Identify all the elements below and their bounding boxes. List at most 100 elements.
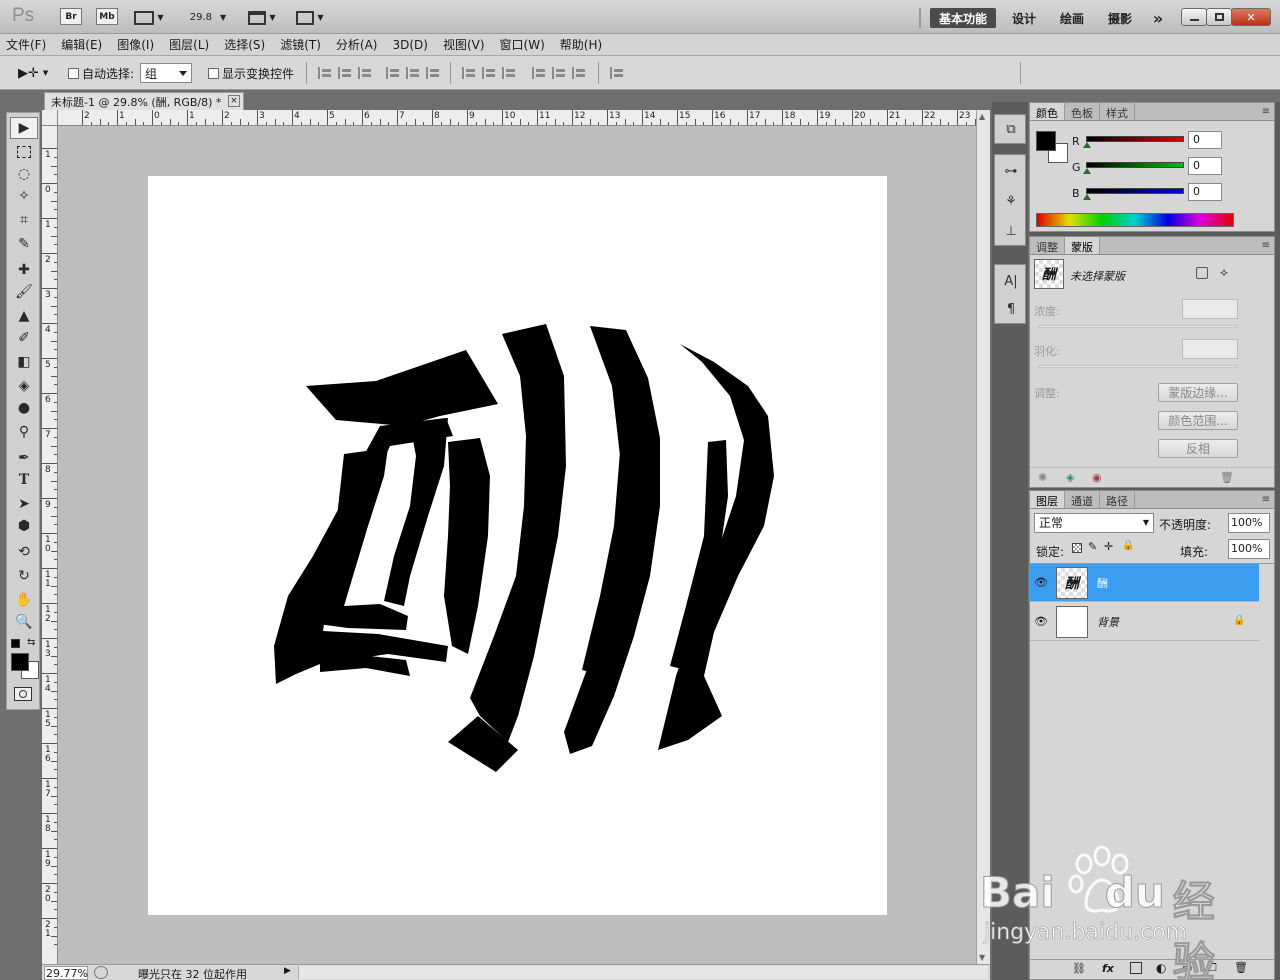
- tab-layers[interactable]: 图层: [1030, 491, 1065, 508]
- lock-position-icon[interactable]: ✛: [1104, 540, 1113, 553]
- adjustment-layer-icon[interactable]: ◐: [1156, 961, 1166, 975]
- align-bottom-icon[interactable]: [358, 67, 372, 79]
- history-panel-icon[interactable]: ⧉: [1000, 119, 1022, 139]
- lock-all-icon[interactable]: 🔒: [1122, 540, 1134, 551]
- view-extras-button[interactable]: ▼: [131, 8, 167, 27]
- auto-align-layers-icon[interactable]: [610, 67, 624, 79]
- foreground-color-swatch[interactable]: [11, 653, 29, 671]
- color-range-button[interactable]: 颜色范围...: [1158, 411, 1238, 430]
- mask-edge-button[interactable]: 蒙版边缘...: [1158, 383, 1238, 402]
- clone-stamp-tool[interactable]: ▲: [10, 305, 38, 327]
- channel-b-thumb[interactable]: [1083, 194, 1091, 200]
- lock-transparent-icon[interactable]: [1072, 543, 1082, 553]
- channel-r-slider[interactable]: [1086, 136, 1184, 142]
- pen-tool[interactable]: ✒: [10, 447, 38, 469]
- menu-file[interactable]: 文件(F): [6, 36, 46, 53]
- crop-tool[interactable]: ⌗: [10, 209, 38, 231]
- layer-row-character[interactable]: 👁 酬 酬: [1030, 564, 1259, 602]
- menu-select[interactable]: 选择(S): [224, 36, 265, 53]
- history-brush-tool[interactable]: ✐: [10, 327, 38, 349]
- canvas-workarea[interactable]: [58, 126, 976, 964]
- restore-button[interactable]: [1206, 8, 1232, 26]
- mask-visibility-icon[interactable]: ◉: [1092, 471, 1102, 484]
- auto-select-option[interactable]: 自动选择:: [68, 65, 134, 82]
- menu-analysis[interactable]: 分析(A): [336, 36, 378, 53]
- character-panel-icon[interactable]: A|: [1000, 271, 1022, 291]
- tab-styles[interactable]: 样式: [1100, 103, 1135, 120]
- tool-presets-icon[interactable]: ⊥: [1000, 221, 1022, 241]
- blend-mode-dropdown[interactable]: 正常 ▼: [1034, 513, 1154, 533]
- document-canvas[interactable]: [148, 176, 887, 915]
- zoom-tool[interactable]: 🔍: [10, 611, 38, 633]
- brush-presets-icon[interactable]: ⊶: [1000, 161, 1022, 181]
- link-layers-icon[interactable]: ⛓: [1072, 962, 1086, 975]
- ruler-origin[interactable]: [42, 110, 58, 126]
- swap-colors-icon[interactable]: ⇆: [27, 637, 35, 648]
- tab-adjustments[interactable]: 调整: [1030, 237, 1065, 254]
- lasso-tool[interactable]: ◌: [10, 163, 38, 185]
- status-zoom-field[interactable]: 29.77%: [44, 966, 88, 980]
- show-transform-checkbox[interactable]: [208, 68, 219, 79]
- status-preview-icon[interactable]: [94, 966, 108, 979]
- arrange-documents-button[interactable]: ▼: [244, 8, 280, 27]
- scroll-down-arrow[interactable]: ▼: [979, 953, 985, 962]
- type-tool[interactable]: T: [10, 469, 38, 491]
- delete-mask-icon[interactable]: 🗑: [1220, 471, 1234, 484]
- tab-channels[interactable]: 通道: [1065, 491, 1100, 508]
- horizontal-scrollbar[interactable]: [298, 966, 988, 979]
- bridge-button[interactable]: Br: [60, 8, 82, 25]
- load-selection-icon[interactable]: ✺: [1038, 471, 1047, 484]
- layer-name[interactable]: 酬: [1097, 575, 1108, 591]
- new-layer-icon[interactable]: ⧠: [1208, 961, 1217, 975]
- layer-style-button[interactable]: fx: [1102, 962, 1114, 975]
- tab-swatches[interactable]: 色板: [1065, 103, 1100, 120]
- menu-layer[interactable]: 图层(L): [169, 36, 209, 53]
- align-top-icon[interactable]: [318, 67, 332, 79]
- layer-row-background[interactable]: 👁 背景 🔒: [1030, 603, 1259, 641]
- close-window-button[interactable]: ✕: [1231, 8, 1271, 26]
- panel-menu-icon[interactable]: ≡: [1262, 494, 1270, 505]
- menu-view[interactable]: 视图(V): [443, 36, 485, 53]
- tab-paths[interactable]: 路径: [1100, 491, 1135, 508]
- move-tool[interactable]: ▶: [10, 117, 38, 139]
- layer-visibility-eye-icon[interactable]: 👁: [1034, 615, 1048, 628]
- distribute-hcenter-icon[interactable]: [552, 67, 566, 79]
- document-tab[interactable]: 未标题-1 @ 29.8% (酬, RGB/8) * ×: [44, 92, 244, 110]
- menu-edit[interactable]: 编辑(E): [61, 36, 102, 53]
- workspace-photography[interactable]: 摄影: [1100, 8, 1140, 28]
- menu-window[interactable]: 窗口(W): [500, 36, 545, 53]
- channel-r-value[interactable]: 0: [1188, 131, 1222, 149]
- more-workspaces-button[interactable]: »: [1146, 8, 1170, 28]
- workspace-essentials[interactable]: 基本功能: [930, 8, 996, 28]
- channel-g-slider[interactable]: [1086, 162, 1184, 168]
- channel-r-thumb[interactable]: [1083, 142, 1091, 148]
- auto-select-target-dropdown[interactable]: 组: [140, 63, 192, 83]
- distribute-right-icon[interactable]: [572, 67, 586, 79]
- marquee-tool[interactable]: [10, 141, 38, 163]
- vertical-ruler[interactable]: 10123456789101112131415161718192021: [42, 126, 58, 964]
- horizontal-ruler[interactable]: 2 1 0 1 2 3 4 5 6 7 8 9 10 11 12 13 14 15 16 17 18 19 20 21 22 23: [58, 110, 976, 126]
- apply-mask-icon[interactable]: ◈: [1066, 471, 1074, 484]
- color-fg-swatch[interactable]: [1036, 131, 1056, 151]
- align-vcenter-icon[interactable]: [338, 67, 352, 79]
- channel-b-value[interactable]: 0: [1188, 183, 1222, 201]
- path-selection-tool[interactable]: ➤: [10, 493, 38, 515]
- workspace-design[interactable]: 设计: [1004, 8, 1044, 28]
- align-hcenter-icon[interactable]: [406, 67, 420, 79]
- move-tool-preset-picker[interactable]: ▶✛ ▼: [18, 64, 58, 82]
- lock-pixels-icon[interactable]: ✎: [1088, 540, 1097, 553]
- menu-image[interactable]: 图像(I): [117, 36, 154, 53]
- opacity-field[interactable]: 100%: [1228, 513, 1270, 533]
- mini-bridge-button[interactable]: Mb: [96, 8, 118, 25]
- zoom-level-dropdown[interactable]: 29.8 ▼: [184, 8, 232, 27]
- status-menu-arrow[interactable]: ▶: [284, 966, 291, 976]
- brush-tool[interactable]: 🖌: [10, 281, 38, 303]
- paragraph-panel-icon[interactable]: ¶: [1000, 299, 1022, 319]
- quick-mask-button[interactable]: [14, 687, 32, 701]
- eraser-tool[interactable]: ◧: [10, 351, 38, 373]
- layer-name[interactable]: 背景: [1097, 614, 1119, 630]
- close-document-button[interactable]: ×: [228, 95, 240, 107]
- minimize-button[interactable]: [1181, 8, 1207, 26]
- spot-healing-tool[interactable]: ✚: [10, 259, 38, 281]
- distribute-top-icon[interactable]: [462, 67, 476, 79]
